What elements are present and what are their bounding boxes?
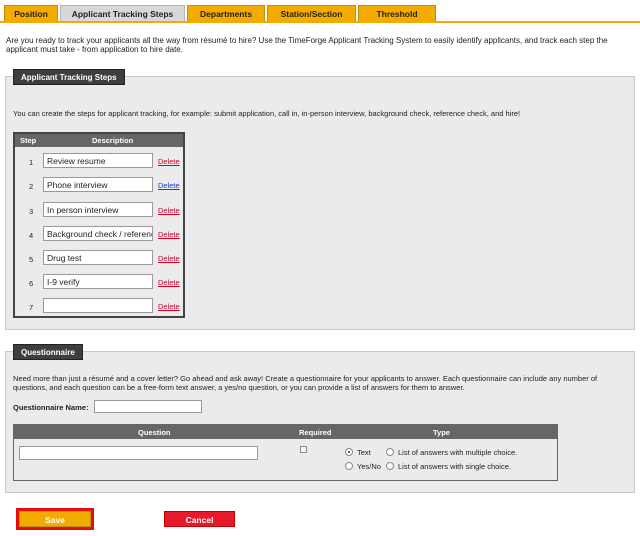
step-row: 2 Phone interview Delete [15, 177, 183, 197]
step-number: 3 [29, 207, 34, 216]
type-text-label: Text [357, 448, 371, 457]
type-single-choice-label: List of answers with single choice. [398, 462, 511, 471]
step-number: 4 [29, 231, 34, 240]
step-description-input[interactable]: I-9 verify [43, 274, 153, 289]
tab-departments[interactable]: Departments [187, 5, 265, 21]
tracking-steps-description: You can create the steps for applicant t… [13, 109, 521, 118]
step-number: 6 [29, 279, 34, 288]
step-row: 5 Drug test Delete [15, 250, 183, 270]
required-column-header: Required [299, 428, 332, 437]
delete-step-link[interactable]: Delete [158, 230, 180, 239]
delete-step-link[interactable]: Delete [158, 302, 180, 311]
steps-table: Step Description 1 Review resume Delete … [13, 132, 185, 318]
description-column-header: Description [92, 136, 134, 145]
questionnaire-description: Need more than just a résumé and a cover… [13, 374, 598, 392]
intro-text: Are you ready to track your applicants a… [6, 36, 608, 54]
questionnaire-name-input[interactable] [94, 400, 202, 413]
step-description-input[interactable]: In person interview [43, 202, 153, 217]
question-table: Question Required Type Text List of answ… [13, 424, 558, 481]
tab-bar: Position Applicant Tracking Steps Depart… [4, 5, 436, 21]
questionnaire-legend: Questionnaire [13, 344, 83, 360]
type-column-header: Type [433, 428, 450, 437]
tab-position[interactable]: Position [4, 5, 58, 21]
step-description-input[interactable]: Drug test [43, 250, 153, 265]
save-button[interactable]: Save [16, 508, 94, 530]
tab-underline [0, 21, 640, 23]
delete-step-link[interactable]: Delete [158, 181, 180, 190]
step-description-input[interactable] [43, 298, 153, 313]
type-single-choice-radio[interactable] [386, 462, 394, 470]
delete-step-link[interactable]: Delete [158, 206, 180, 215]
type-yesno-label: Yes/No [357, 462, 381, 471]
cancel-button[interactable]: Cancel [164, 511, 235, 527]
required-checkbox[interactable] [300, 446, 307, 453]
type-multiple-choice-label: List of answers with multiple choice. [398, 448, 518, 457]
tab-threshold[interactable]: Threshold [358, 5, 436, 21]
step-description-input[interactable]: Review resume [43, 153, 153, 168]
type-multiple-choice-radio[interactable] [386, 448, 394, 456]
step-column-header: Step [20, 136, 37, 145]
delete-step-link[interactable]: Delete [158, 254, 180, 263]
tracking-steps-legend: Applicant Tracking Steps [13, 69, 125, 85]
step-number: 7 [29, 303, 34, 312]
question-input[interactable] [19, 446, 258, 460]
steps-table-header: Step Description [15, 134, 183, 147]
step-row: 4 Background check / reference check Del… [15, 226, 183, 246]
step-number: 5 [29, 255, 34, 264]
step-description-input[interactable]: Phone interview [43, 177, 153, 192]
tab-station-section[interactable]: Station/Section [267, 5, 356, 21]
tab-applicant-tracking-steps[interactable]: Applicant Tracking Steps [60, 5, 185, 21]
step-number: 1 [29, 158, 34, 167]
step-description-input[interactable]: Background check / reference check [43, 226, 153, 241]
step-row: 7 Delete [15, 298, 183, 318]
step-row: 3 In person interview Delete [15, 202, 183, 222]
step-row: 1 Review resume Delete [15, 153, 183, 173]
step-number: 2 [29, 182, 34, 191]
question-column-header: Question [138, 428, 171, 437]
questionnaire-name-label: Questionnaire Name: [13, 403, 89, 412]
type-yesno-radio[interactable] [345, 462, 353, 470]
step-row: 6 I-9 verify Delete [15, 274, 183, 294]
delete-step-link[interactable]: Delete [158, 157, 180, 166]
delete-step-link[interactable]: Delete [158, 278, 180, 287]
type-text-radio[interactable] [345, 448, 353, 456]
question-table-header: Question Required Type [14, 425, 557, 439]
